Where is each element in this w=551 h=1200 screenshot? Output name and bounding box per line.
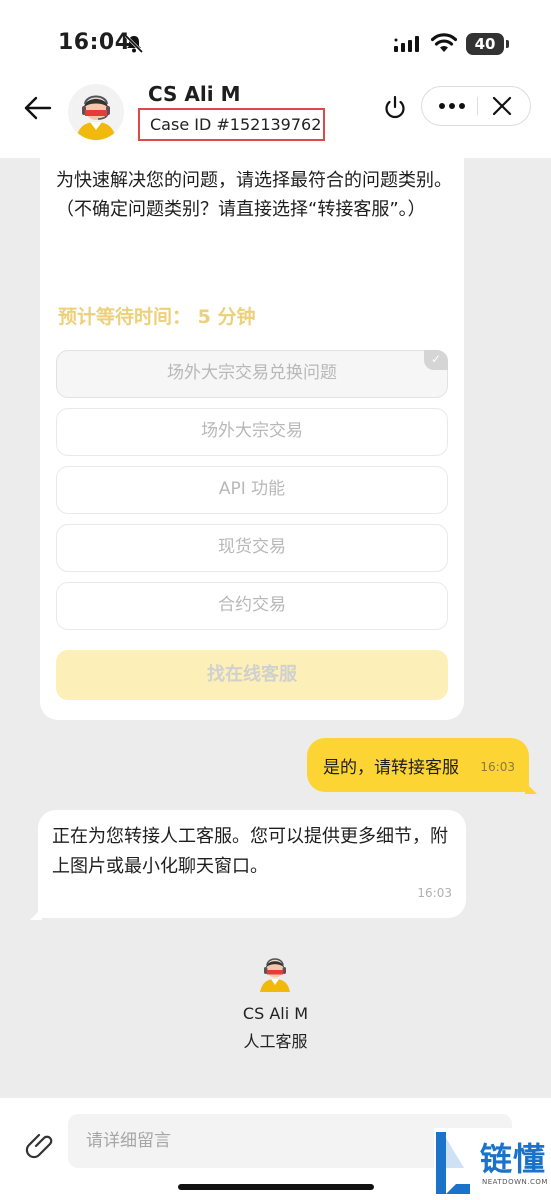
option-spot[interactable]: 现货交易 [56, 524, 448, 572]
option-api[interactable]: API 功能 [56, 466, 448, 514]
bubble-tail [30, 908, 42, 920]
more-dots-icon[interactable] [430, 87, 474, 125]
case-id-highlight: Case ID #152139762 [138, 108, 325, 141]
pill-divider [477, 97, 478, 115]
user-message-text: 是的，请转接客服 [323, 758, 459, 778]
option-label: 现货交易 [218, 537, 286, 557]
paperclip-icon[interactable] [22, 1126, 56, 1160]
option-otc[interactable]: 场外大宗交易 [56, 408, 448, 456]
status-bar: 16:04 40 [0, 0, 551, 74]
wifi-icon [431, 33, 457, 52]
user-message-bubble: 是的，请转接客服 16:03 [307, 738, 537, 794]
muted-bell-icon [124, 34, 144, 54]
watermark-subtext: NEATDOWN.COM [482, 1178, 548, 1186]
agent-joined-role: 人工客服 [243, 1032, 308, 1051]
agent-message-time: 16:03 [417, 886, 452, 900]
option-label: API 功能 [218, 479, 286, 499]
find-agent-button[interactable]: 找在线客服 [56, 650, 448, 700]
option-label: 场外大宗交易 [201, 421, 303, 441]
option-futures[interactable]: 合约交易 [56, 582, 448, 630]
window-controls [421, 86, 531, 126]
wait-time: 预计等待时间： 5 分钟 [58, 306, 256, 328]
home-indicator [178, 1184, 374, 1190]
user-message-time: 16:03 [480, 760, 515, 774]
chat-header: CS Ali M Case ID #152139762 [0, 74, 551, 158]
bot-message-line: 为快速解决您的问题，请选择最符合的问题类别。 [56, 170, 452, 191]
close-icon[interactable] [486, 91, 518, 121]
option-label: 合约交易 [218, 595, 286, 615]
bot-message-card: 为快速解决您的问题，请选择最符合的问题类别。 （不确定问题类别？请直接选择“转接… [40, 158, 464, 720]
agent-message-text: 正在为您转接人工客服。您可以提供更多细节，附上图片或最小化聊天窗口。 [52, 826, 448, 877]
bot-message-line: （不确定问题类别？请直接选择“转接客服”。） [56, 199, 426, 220]
watermark-text: 链懂 [480, 1140, 547, 1178]
watermark-logo [436, 1132, 470, 1194]
signal-icon [394, 36, 419, 52]
agent-joined-name: CS Ali M [242, 1004, 309, 1023]
back-arrow-icon[interactable] [22, 94, 54, 122]
case-id: Case ID #152139762 [150, 115, 322, 134]
agent-avatar [68, 84, 124, 140]
battery-indicator: 40 [466, 33, 509, 55]
check-icon: ✓ [424, 350, 448, 370]
option-otc-conversion[interactable]: 场外大宗交易兑换问题 ✓ [56, 350, 448, 398]
bot-message-text: 为快速解决您的问题，请选择最符合的问题类别。 （不确定问题类别？请直接选择“转接… [56, 166, 456, 224]
option-label: 场外大宗交易兑换问题 [167, 363, 337, 383]
status-time: 16:04 [58, 30, 131, 55]
agent-message-bubble: 正在为您转接人工客服。您可以提供更多细节，附上图片或最小化聊天窗口。 16:03 [30, 810, 466, 920]
power-icon[interactable] [382, 94, 408, 122]
agent-joined-avatar [260, 958, 290, 992]
agent-name: CS Ali M [148, 82, 241, 106]
bubble-tail [525, 782, 537, 794]
watermark: 链懂 NEATDOWN.COM [434, 1128, 551, 1200]
